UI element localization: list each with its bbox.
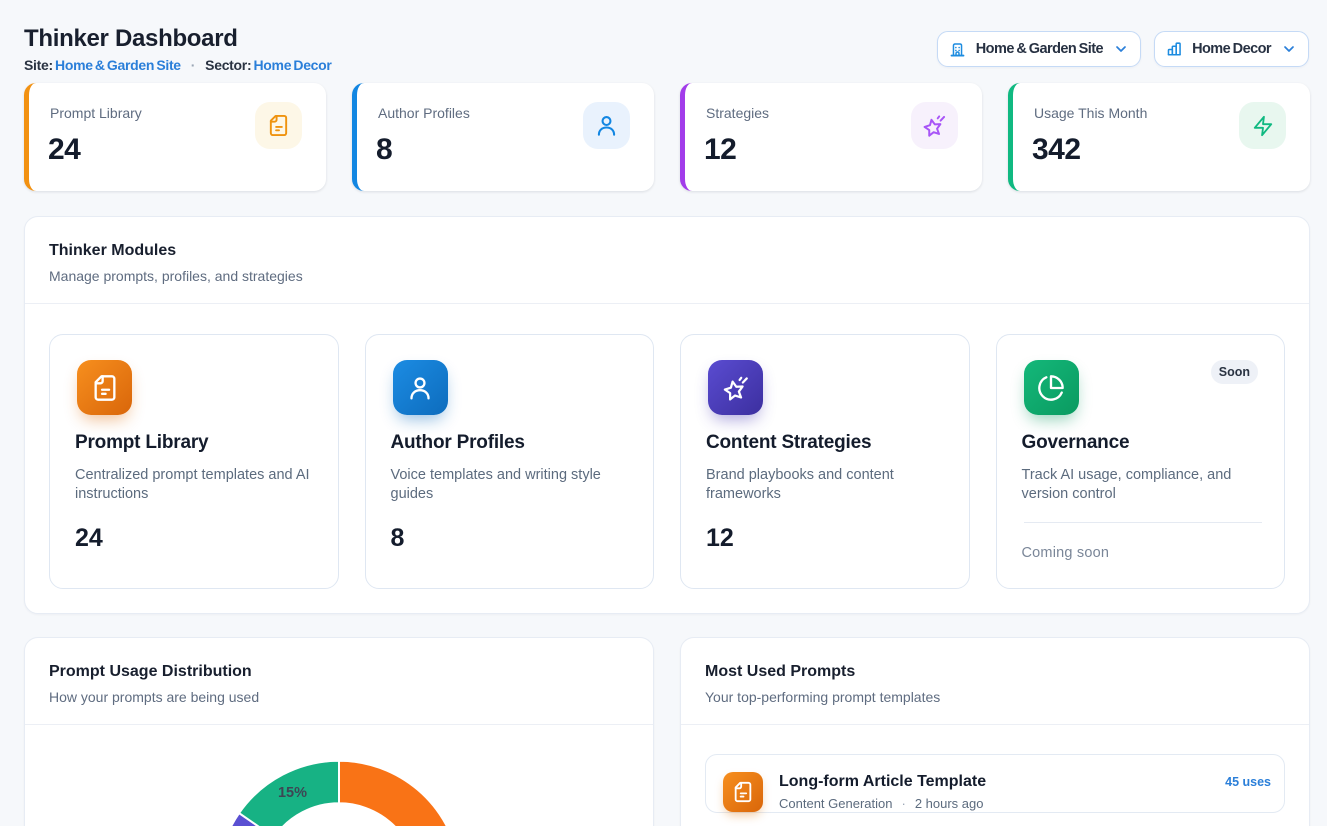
svg-text:15%: 15% [278, 785, 307, 801]
